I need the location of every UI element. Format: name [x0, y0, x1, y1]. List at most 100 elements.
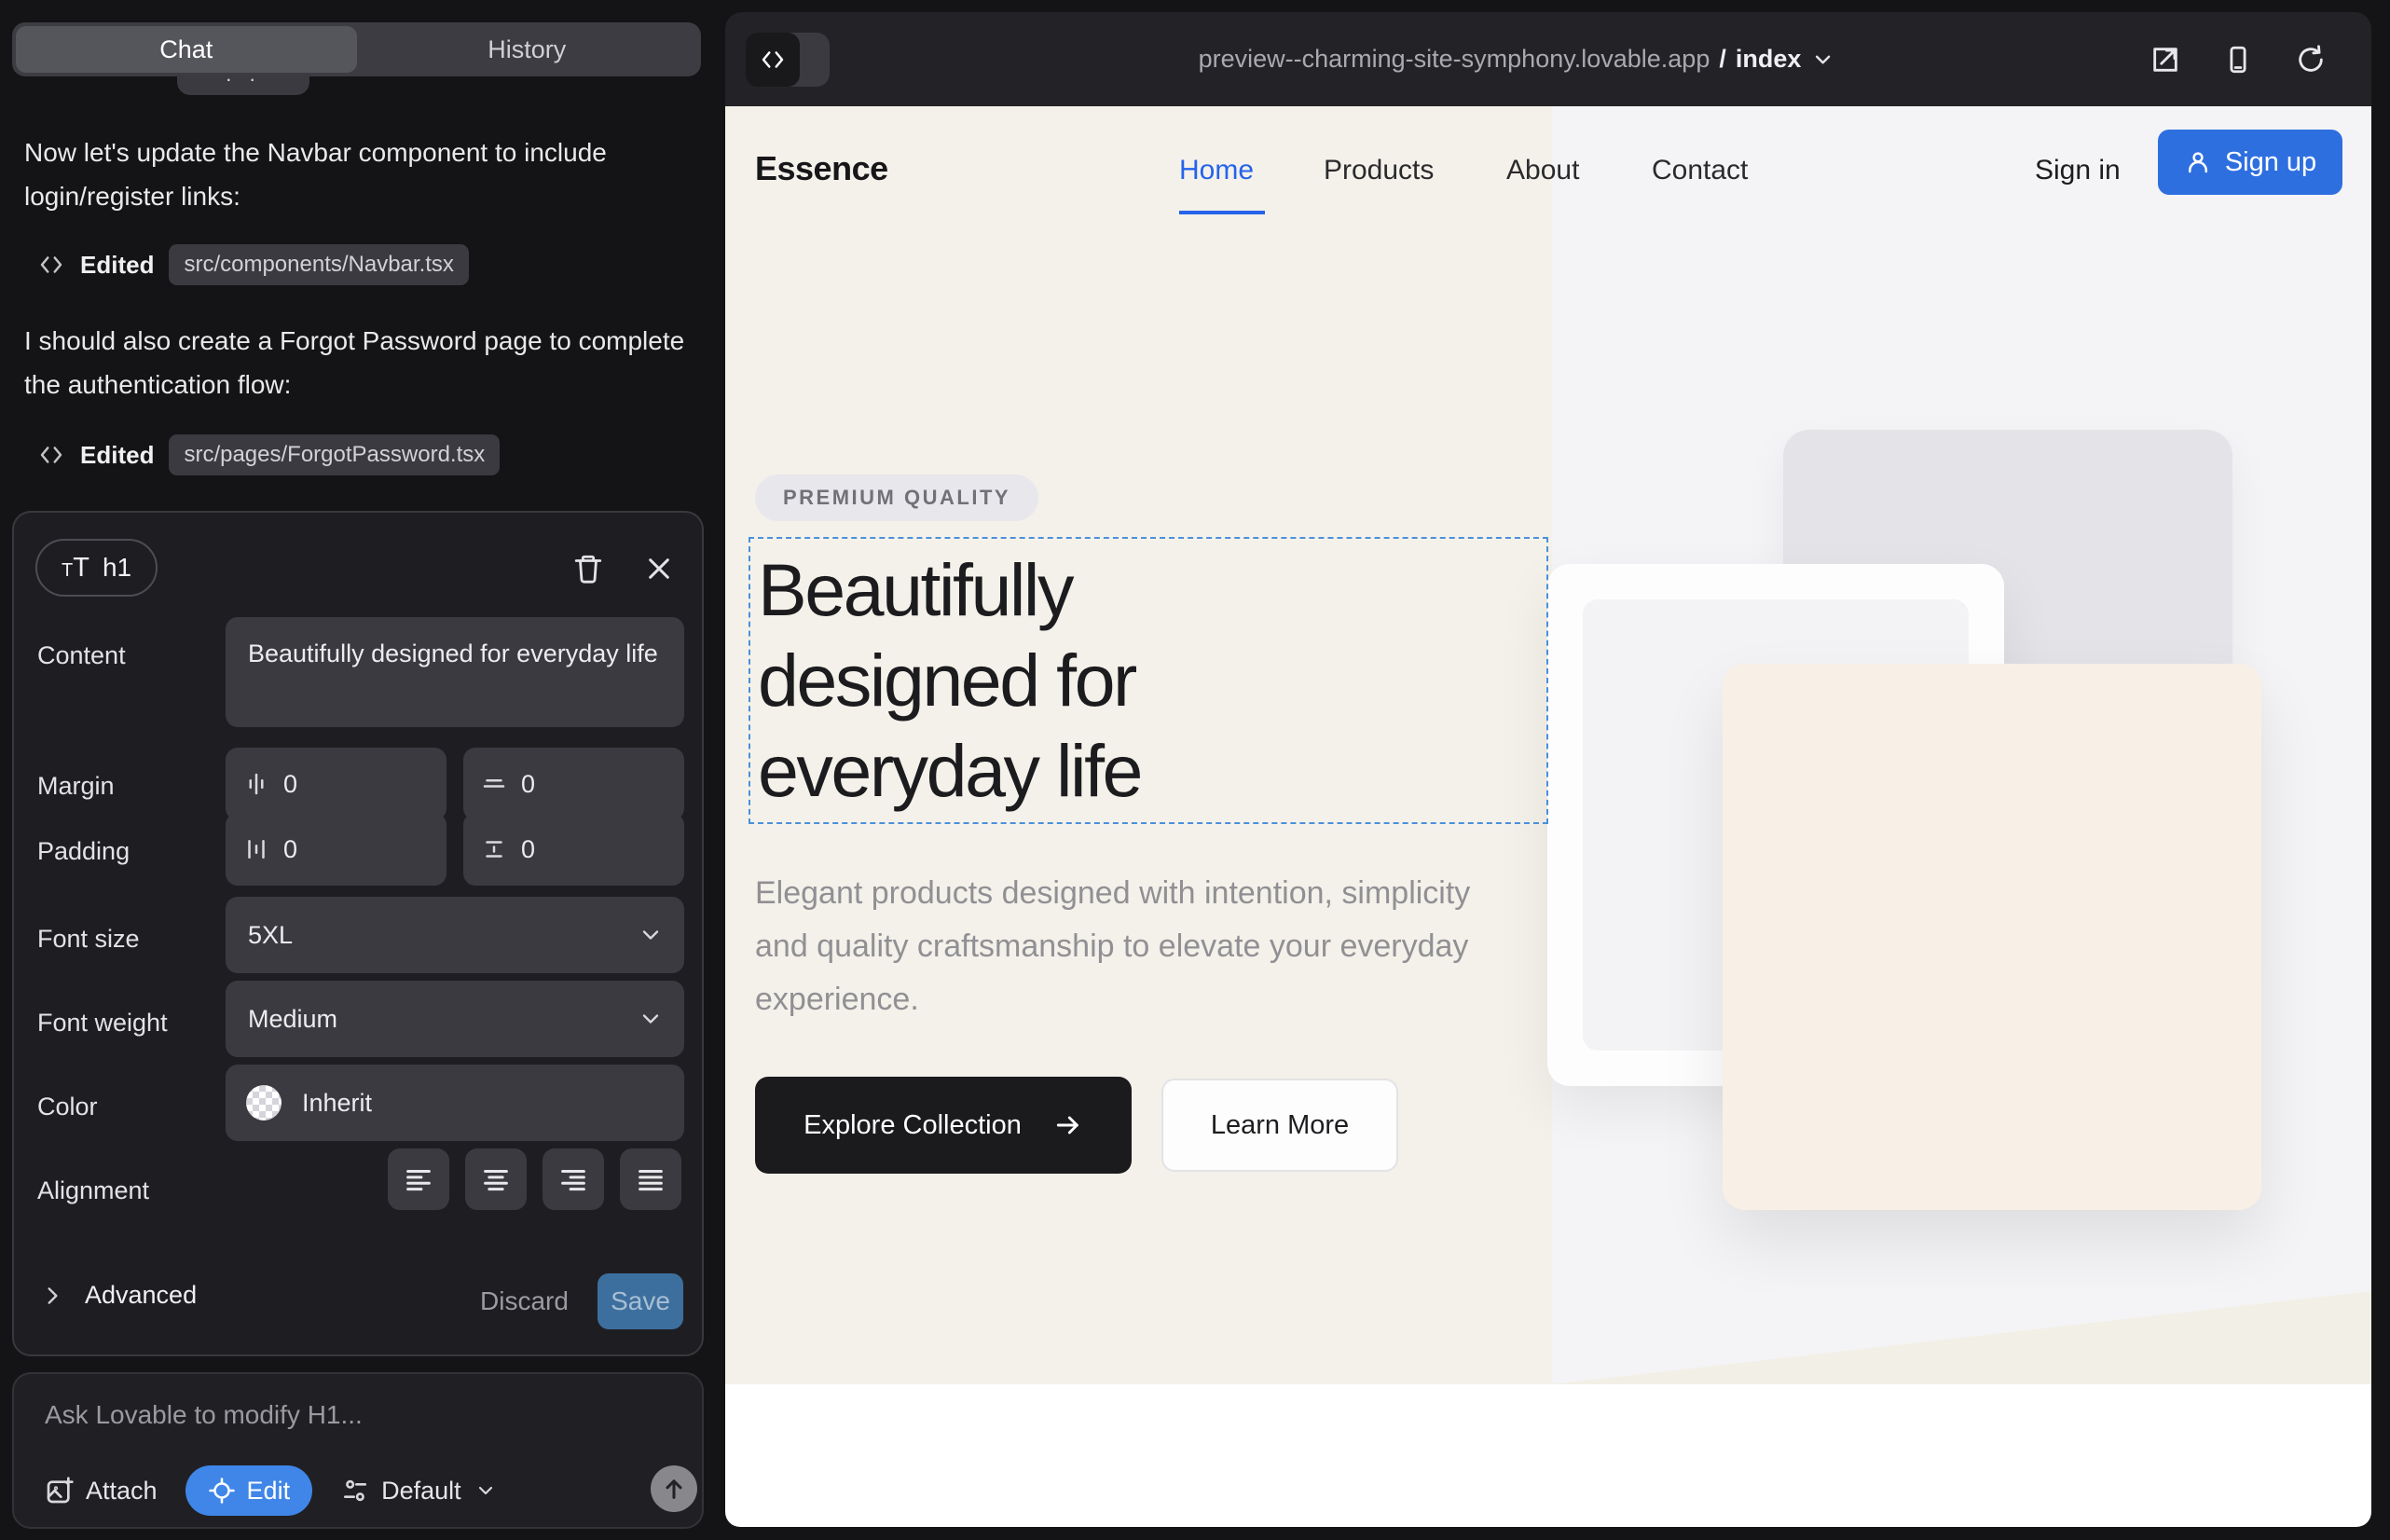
align-left-icon — [403, 1163, 434, 1195]
advanced-toggle[interactable]: Advanced — [40, 1281, 197, 1310]
content-label: Content — [37, 641, 126, 670]
chevron-down-icon — [638, 1006, 664, 1032]
nav-home[interactable]: Home — [1179, 155, 1254, 186]
edited-label: Edited — [80, 251, 154, 280]
refresh-button[interactable] — [2295, 44, 2327, 76]
align-right-button[interactable] — [543, 1148, 604, 1210]
chevron-down-icon — [474, 1479, 497, 1502]
color-label: Color — [37, 1093, 98, 1121]
scrolled-message-pill: · · — [177, 75, 309, 95]
code-icon — [759, 46, 787, 74]
user-icon — [2184, 148, 2212, 176]
chat-sidebar: Chat History · · Now let's update the Na… — [0, 0, 725, 1540]
sign-up-button[interactable]: Sign up — [2158, 130, 2342, 195]
hero-paragraph: Elegant products designed with intention… — [755, 867, 1501, 1026]
chevron-down-icon — [1810, 48, 1834, 72]
background-wedge — [1552, 1291, 2371, 1384]
premium-quality-badge: PREMIUM QUALITY — [755, 474, 1038, 521]
refresh-icon — [2295, 44, 2327, 76]
arrow-up-icon — [661, 1476, 687, 1502]
margin-label: Margin — [37, 772, 115, 801]
align-justify-icon — [635, 1163, 666, 1195]
chat-message: I should also create a Forgot Password p… — [24, 319, 686, 406]
edited-file-pill[interactable]: src/components/Navbar.tsx — [169, 244, 468, 285]
attach-button[interactable]: Attach — [45, 1476, 158, 1506]
browser-chrome: preview--charming-site-symphony.lovable.… — [725, 12, 2371, 106]
align-center-icon — [480, 1163, 512, 1195]
color-select[interactable]: Inherit — [226, 1065, 684, 1141]
edited-file-row[interactable]: Edited src/components/Navbar.tsx — [37, 244, 469, 285]
code-toggle-segment[interactable] — [746, 33, 800, 87]
edit-mode-button[interactable]: Edit — [185, 1465, 313, 1516]
align-right-icon — [557, 1163, 589, 1195]
padding-vertical-icon — [480, 835, 508, 863]
padding-x-input[interactable]: 0 — [226, 813, 446, 886]
color-swatch — [246, 1085, 282, 1121]
padding-label: Padding — [37, 837, 130, 866]
alignment-label: Alignment — [37, 1176, 149, 1205]
preview-browser-window: preview--charming-site-symphony.lovable.… — [725, 12, 2371, 1527]
sliders-icon — [340, 1476, 370, 1506]
chat-composer: Attach Edit Default — [12, 1372, 704, 1529]
chevron-down-icon — [638, 922, 664, 948]
site-preview: Essence Home Products About Contact Sign… — [725, 106, 2371, 1527]
url-separator: / — [1719, 45, 1726, 74]
hero-heading: Beautifully designed for everyday life — [758, 544, 1141, 816]
tab-history[interactable]: History — [357, 26, 698, 73]
code-icon — [37, 441, 65, 469]
content-input[interactable]: Beautifully designed for everyday life — [226, 617, 684, 727]
url-bar[interactable]: preview--charming-site-symphony.lovable.… — [1199, 12, 1835, 106]
save-button[interactable]: Save — [598, 1273, 683, 1329]
nav-contact[interactable]: Contact — [1652, 155, 1748, 186]
delete-element-button[interactable] — [566, 546, 611, 591]
close-panel-button[interactable] — [637, 546, 681, 591]
h1-selection-outline[interactable]: Beautifully designed for everyday life — [749, 537, 1548, 824]
model-default-dropdown[interactable]: Default — [340, 1476, 497, 1506]
nav-about[interactable]: About — [1506, 155, 1579, 186]
type-icon: TT — [62, 553, 89, 584]
open-in-new-tab-button[interactable] — [2150, 44, 2181, 76]
font-weight-label: Font weight — [37, 1009, 168, 1038]
font-weight-select[interactable]: Medium — [226, 981, 684, 1057]
element-tag: h1 — [103, 553, 131, 583]
align-left-button[interactable] — [388, 1148, 449, 1210]
align-center-button[interactable] — [465, 1148, 527, 1210]
close-icon — [644, 554, 674, 584]
crosshair-icon — [208, 1477, 236, 1505]
margin-y-input[interactable]: 0 — [463, 748, 684, 820]
chat-message: Now let's update the Navbar component to… — [24, 131, 686, 218]
font-size-label: Font size — [37, 925, 140, 954]
chevron-right-icon — [40, 1284, 64, 1308]
explore-collection-button[interactable]: Explore Collection — [755, 1077, 1132, 1174]
sign-in-link[interactable]: Sign in — [2035, 155, 2121, 186]
code-preview-toggle[interactable] — [746, 33, 830, 87]
image-plus-icon — [45, 1476, 75, 1506]
font-size-select[interactable]: 5XL — [226, 897, 684, 973]
edited-file-row[interactable]: Edited src/pages/ForgotPassword.tsx — [37, 434, 500, 475]
url-page: index — [1736, 45, 1802, 74]
align-justify-button[interactable] — [620, 1148, 681, 1210]
nav-products[interactable]: Products — [1324, 155, 1434, 186]
send-button[interactable] — [651, 1465, 697, 1512]
selected-element-chip[interactable]: TT h1 — [35, 539, 158, 597]
element-editor-panel: TT h1 Content Beautifully designed for e… — [12, 511, 704, 1356]
tab-chat[interactable]: Chat — [16, 26, 357, 73]
padding-y-input[interactable]: 0 — [463, 813, 684, 886]
open-in-new-icon — [2150, 44, 2181, 76]
discard-button[interactable]: Discard — [480, 1286, 569, 1316]
decorative-cream-card — [1723, 664, 2261, 1210]
edited-label: Edited — [80, 441, 154, 470]
margin-x-input[interactable]: 0 — [226, 748, 446, 820]
sidebar-tabbar: Chat History — [12, 22, 701, 76]
margin-vertical-icon — [480, 770, 508, 798]
site-logo[interactable]: Essence — [755, 149, 888, 188]
code-icon — [37, 251, 65, 279]
margin-horizontal-icon — [242, 770, 270, 798]
arrow-right-icon — [1053, 1110, 1083, 1140]
learn-more-button[interactable]: Learn More — [1161, 1079, 1398, 1172]
nav-home-underline — [1179, 211, 1265, 214]
edited-file-pill[interactable]: src/pages/ForgotPassword.tsx — [169, 434, 500, 475]
mobile-view-button[interactable] — [2222, 44, 2254, 76]
composer-input[interactable] — [45, 1400, 604, 1430]
url-host: preview--charming-site-symphony.lovable.… — [1199, 45, 1710, 74]
